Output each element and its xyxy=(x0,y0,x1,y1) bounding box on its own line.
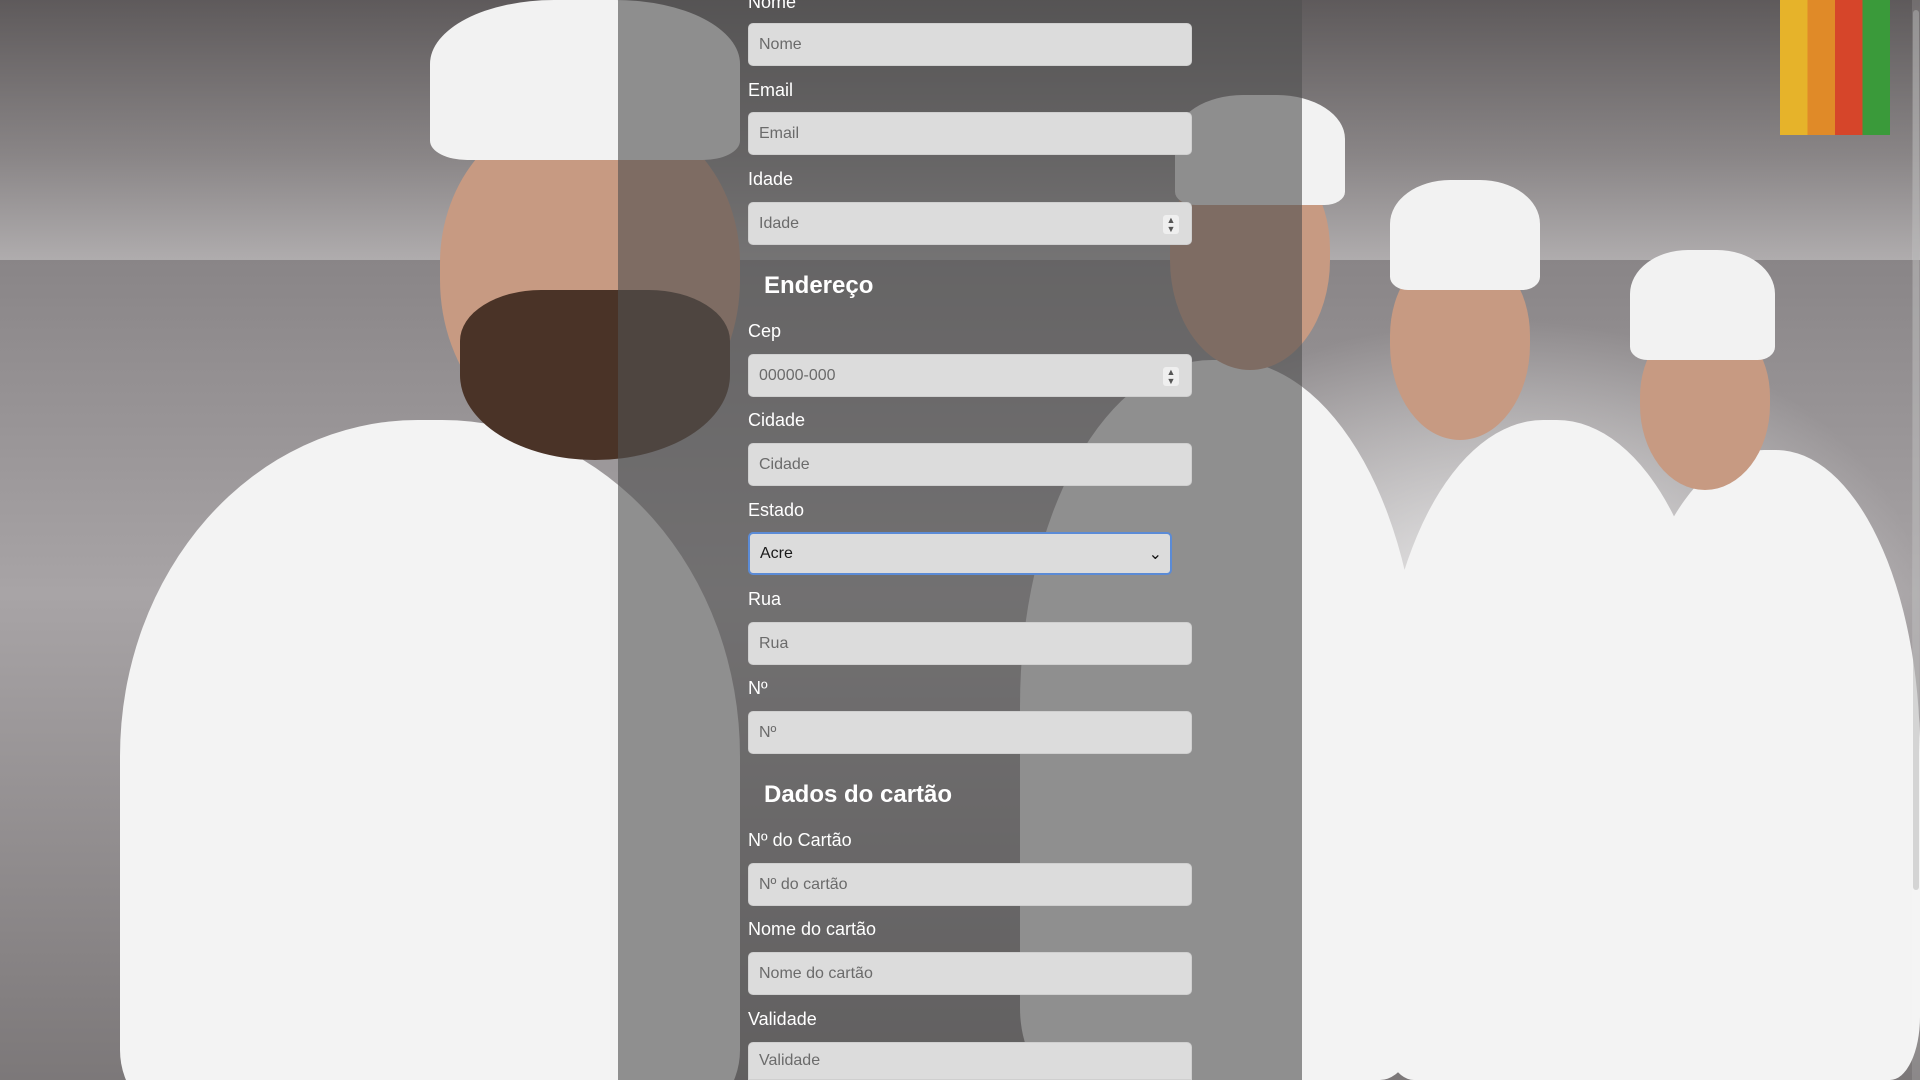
cep-label: Cep xyxy=(748,321,782,341)
number-spinner-icon[interactable]: ▲ ▼ xyxy=(1163,215,1179,234)
email-placeholder: Email xyxy=(759,124,800,142)
email-input[interactable]: Email xyxy=(748,112,1192,155)
num-cartao-placeholder: Nº do cartão xyxy=(759,875,848,893)
nome-input[interactable]: Nome xyxy=(748,23,1192,66)
validade-placeholder: Validade xyxy=(759,1052,821,1069)
page-scrollbar[interactable] xyxy=(1912,0,1920,1080)
chef-4-hat xyxy=(1630,250,1775,360)
idade-label: Idade xyxy=(748,169,794,189)
estado-selected-value: Acre xyxy=(760,544,793,562)
chef-3-hat xyxy=(1390,180,1540,290)
numero-placeholder: Nº xyxy=(759,723,777,741)
validade-label: Validade xyxy=(748,1009,817,1029)
num-cartao-label: Nº do Cartão xyxy=(748,830,852,850)
numero-label: Nº xyxy=(748,678,768,698)
nome-cartao-placeholder: Nome do cartão xyxy=(759,964,873,982)
cidade-label: Cidade xyxy=(748,410,806,430)
number-spinner-icon[interactable]: ▲ ▼ xyxy=(1163,367,1179,386)
validade-input[interactable]: Validade xyxy=(748,1042,1192,1080)
email-label: Email xyxy=(748,80,794,100)
idade-placeholder: Idade xyxy=(759,214,800,232)
colored-stripes xyxy=(1780,0,1890,135)
estado-label: Estado xyxy=(748,500,805,520)
rua-label: Rua xyxy=(748,589,782,609)
rua-placeholder: Rua xyxy=(759,634,789,652)
chef-4-body xyxy=(1620,450,1920,1080)
numero-input[interactable]: Nº xyxy=(748,711,1192,754)
idade-input[interactable]: Idade ▲ ▼ xyxy=(748,202,1192,245)
num-cartao-input[interactable]: Nº do cartão xyxy=(748,863,1192,906)
cep-input[interactable]: 00000-000 ▲ ▼ xyxy=(748,354,1192,397)
cidade-input[interactable]: Cidade xyxy=(748,443,1192,486)
nome-label: Nome xyxy=(748,0,797,12)
chevron-down-icon: ⌄ xyxy=(1148,546,1162,563)
cep-placeholder: 00000-000 xyxy=(759,366,836,384)
nome-cartao-label: Nome do cartão xyxy=(748,919,877,939)
nome-cartao-input[interactable]: Nome do cartão xyxy=(748,952,1192,995)
rua-input[interactable]: Rua xyxy=(748,622,1192,665)
estado-select[interactable]: Acre ⌄ xyxy=(748,532,1172,575)
nome-placeholder: Nome xyxy=(759,35,802,53)
scrollbar-thumb[interactable] xyxy=(1913,10,1919,890)
cidade-placeholder: Cidade xyxy=(759,455,810,473)
endereco-heading: Endereço xyxy=(764,272,874,299)
cartao-heading: Dados do cartão xyxy=(764,781,953,808)
